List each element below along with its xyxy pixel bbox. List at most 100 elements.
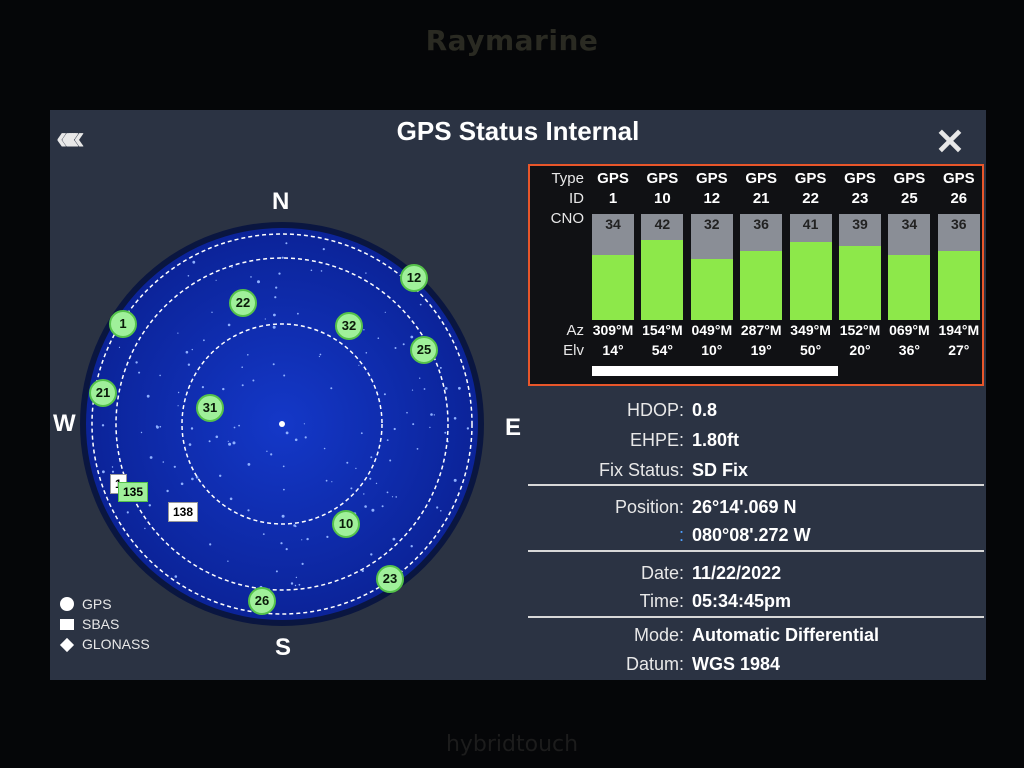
star-dot <box>266 450 268 452</box>
star-dot <box>331 481 333 483</box>
cno-bar: 41 <box>789 214 832 320</box>
star-dot <box>101 424 105 427</box>
star-dot <box>283 488 285 491</box>
star-dot <box>358 364 360 366</box>
signal-column-12: GPS 12 32 049°M 10° <box>689 166 735 376</box>
star-dot <box>458 386 461 390</box>
star-dot <box>294 584 297 587</box>
star-dot <box>126 511 129 514</box>
star-dot <box>363 329 365 331</box>
signal-column-1: GPS 1 34 309°M 14° <box>590 166 636 376</box>
star-dot <box>209 543 212 546</box>
legend-gps-label: GPS <box>82 596 112 612</box>
cno-value: 34 <box>901 216 918 232</box>
star-dot <box>173 465 176 468</box>
ehpe-label: EHPE: <box>629 430 684 450</box>
star-dot <box>208 440 211 443</box>
star-dot <box>310 269 313 272</box>
star-dot <box>370 553 373 556</box>
sky-sat-22: 22 <box>229 289 257 317</box>
star-dot <box>275 570 278 573</box>
star-dot <box>282 465 285 468</box>
star-dot <box>377 337 380 339</box>
star-dot <box>241 384 244 387</box>
star-dot <box>155 425 158 428</box>
sat-type: GPS <box>893 170 926 187</box>
cno-value: 41 <box>802 216 819 232</box>
star-dot <box>232 441 236 445</box>
star-dot <box>295 576 298 579</box>
star-dot <box>264 318 266 320</box>
signal-scrollbar[interactable] <box>592 366 838 376</box>
star-dot <box>229 497 233 501</box>
sat-azimuth: 349°M <box>790 322 831 338</box>
sat-elevation: 27° <box>948 342 970 358</box>
mode-value: Automatic Differential <box>692 625 880 645</box>
star-dot <box>278 272 281 275</box>
sat-azimuth: 287°M <box>740 322 782 338</box>
sky-view: N S W E 1 10 12 21 22 23 25 26 31 32 1 1… <box>50 110 521 680</box>
star-dot <box>355 467 357 470</box>
ehpe-value: 1.80ft <box>692 430 740 450</box>
position-label: Position: <box>614 497 684 517</box>
star-dot <box>180 482 184 486</box>
star-dot <box>323 447 326 450</box>
sky-sbas-135: 135 <box>118 482 149 502</box>
star-dot <box>466 427 470 430</box>
signal-column-21: GPS 21 36 287°M 19° <box>738 166 784 376</box>
datum-value: WGS 1984 <box>692 654 781 674</box>
star-dot <box>227 323 231 327</box>
star-dot <box>306 537 309 541</box>
star-dot <box>363 493 365 495</box>
star-dot <box>419 377 421 379</box>
cno-bar: 32 <box>690 214 733 320</box>
sat-azimuth: 309°M <box>592 322 634 338</box>
row-label-id: ID <box>569 190 584 207</box>
star-dot <box>375 482 378 485</box>
star-dot <box>187 275 190 277</box>
row-label-type: Type <box>551 170 584 187</box>
star-dot <box>365 272 367 274</box>
star-dot <box>187 363 191 366</box>
sky-sbas-138: 138 <box>168 502 199 522</box>
star-dot <box>138 371 141 374</box>
cno-bar-fill <box>690 259 733 320</box>
star-dot <box>111 470 115 473</box>
sky-sat-1: 1 <box>109 310 137 338</box>
sat-type: GPS <box>695 170 728 187</box>
row-label-elv: Elv <box>563 342 584 359</box>
legend-glonass-label: GLONASS <box>82 636 150 652</box>
cno-bar-fill <box>641 240 684 320</box>
star-dot <box>386 491 389 494</box>
compass-w: W <box>53 410 76 437</box>
sat-type: GPS <box>745 170 778 187</box>
star-dot <box>326 535 329 538</box>
hdop-value: 0.8 <box>692 400 718 420</box>
star-dot <box>146 394 150 398</box>
star-dot <box>241 366 243 369</box>
star-dot <box>320 270 323 272</box>
longitude-label: : <box>678 525 684 545</box>
star-dot <box>325 479 328 482</box>
star-dot <box>419 303 422 306</box>
star-dot <box>274 296 277 299</box>
star-dot <box>270 453 273 456</box>
star-dot <box>303 423 305 425</box>
cno-bar-fill <box>888 255 931 320</box>
star-dot <box>439 366 442 369</box>
star-dot <box>192 260 196 264</box>
cno-bar: 34 <box>592 214 634 320</box>
sat-azimuth: 194°M <box>938 322 980 338</box>
star-dot <box>177 405 179 407</box>
star-dot <box>402 343 405 346</box>
star-dot <box>135 361 138 364</box>
star-dot <box>416 448 419 450</box>
sat-id: 21 <box>752 190 770 207</box>
sat-type: GPS <box>844 170 876 187</box>
star-dot <box>297 312 299 315</box>
star-dot <box>371 508 375 512</box>
star-dot <box>410 335 414 339</box>
star-dot <box>272 363 275 366</box>
close-button[interactable]: ✕ <box>930 124 970 160</box>
device-brand: Raymarine <box>425 24 599 57</box>
